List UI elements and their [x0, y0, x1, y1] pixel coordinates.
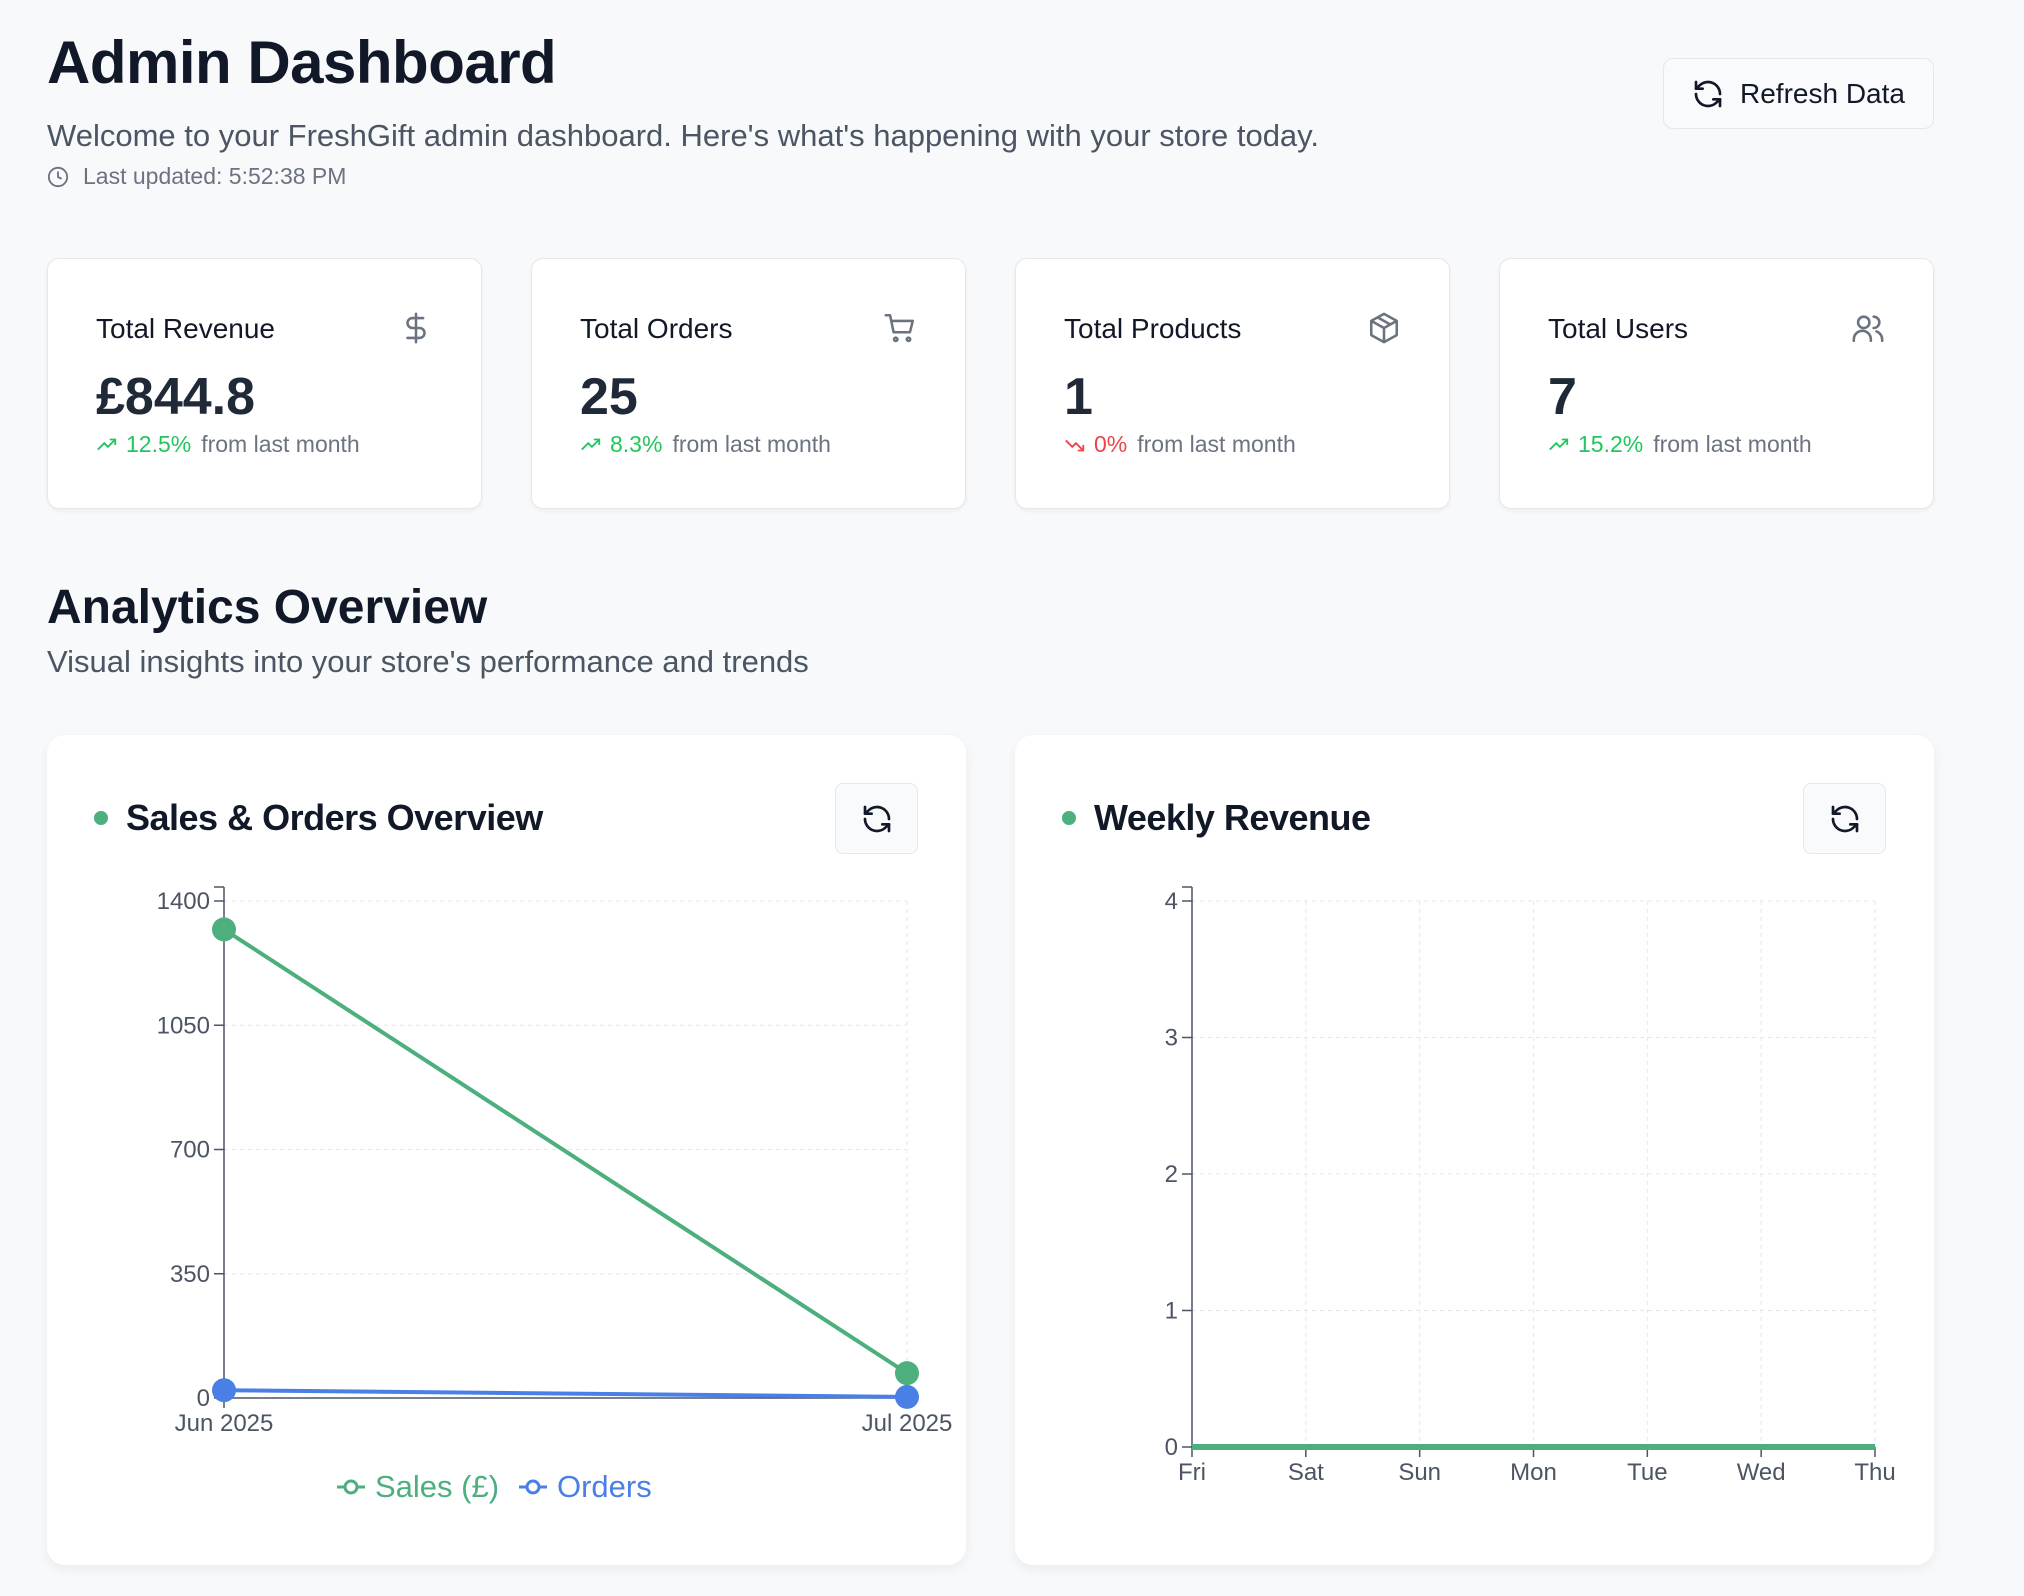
page-title: Admin Dashboard [47, 29, 557, 96]
analytics-title: Analytics Overview [47, 581, 488, 634]
stat-value: 25 [580, 368, 638, 426]
stat-card-users: Total Users 7 15.2% from last month [1499, 258, 1934, 509]
series-line [223, 1388, 908, 1399]
dollar-icon [406, 312, 426, 344]
x-tick-label: Tue [1627, 1459, 1667, 1486]
stat-value: 7 [1548, 368, 1577, 426]
y-tick-label: 3 [1165, 1025, 1178, 1052]
stat-change-pct: 8.3% [610, 431, 663, 457]
stat-change-pct: 15.2% [1578, 431, 1644, 457]
stat-value: 1 [1064, 368, 1093, 426]
sales-orders-chart-card: Sales & Orders Overview 0 350 700 1050 1400 J… [47, 735, 966, 1565]
x-tick-label: Fri [1178, 1459, 1206, 1486]
cart-icon [884, 313, 915, 343]
y-tick-label: 1400 [157, 888, 210, 915]
x-tick-label: Sun [1398, 1459, 1441, 1486]
data-point [895, 1384, 919, 1409]
y-tick-label: 4 [1165, 888, 1178, 915]
refresh-data-label: Refresh Data [1740, 77, 1905, 109]
last-updated-text: Last updated: 5:52:38 PM [83, 163, 347, 189]
trend-up-icon [581, 438, 601, 450]
legend-label: Sales (£) [375, 1469, 499, 1504]
y-tick-label: 2 [1165, 1161, 1178, 1188]
x-tick-label: Thu [1854, 1459, 1895, 1486]
x-tick-label: Wed [1737, 1459, 1786, 1486]
weekly-revenue-chart-card: Weekly Revenue 0 1 2 3 4 Fri Sat Sun Mon Tue Wed Th… [1015, 735, 1934, 1565]
legend-marker-icon [343, 1479, 359, 1495]
stat-change-suffix: from last month [1137, 431, 1296, 457]
y-tick-label: 350 [170, 1261, 210, 1288]
x-tick-label: Jun 2025 [175, 1410, 274, 1437]
data-point [895, 1361, 919, 1386]
data-point [212, 917, 236, 942]
stat-change-suffix: from last month [201, 431, 360, 457]
stat-card-orders: Total Orders 25 8.3% from last month [531, 258, 966, 509]
y-tick-label: 700 [170, 1137, 210, 1164]
trend-up-icon [1549, 438, 1569, 450]
last-updated: Last updated: 5:52:38 PM [47, 163, 346, 190]
trend-up-icon [97, 438, 117, 450]
stat-value: £844.8 [96, 368, 256, 426]
x-tick-label: Mon [1510, 1459, 1557, 1486]
series-line [222, 927, 909, 1375]
legend-label: Orders [557, 1469, 652, 1504]
page-subtitle: Welcome to your FreshGift admin dashboar… [47, 118, 1319, 153]
refresh-icon [1694, 80, 1722, 107]
stat-change: 15.2% from last month [1548, 431, 1812, 458]
x-tick-label: Jul 2025 [862, 1410, 953, 1437]
sales-orders-line-chart: 0 350 700 1050 1400 Jun 2025 Jul 2025 Sales (£)… [157, 886, 953, 1504]
stat-title: Total Orders [580, 313, 733, 344]
data-point [212, 1378, 236, 1403]
stat-change: 0% from last month [1064, 431, 1296, 458]
y-tick-label: 1 [1165, 1298, 1178, 1325]
stat-change: 8.3% from last month [580, 431, 831, 458]
weekly-revenue-line-chart: 0 1 2 3 4 Fri Sat Sun Mon Tue Wed Thu [1165, 886, 1896, 1486]
stat-card-products: Total Products 1 0% from last month [1015, 258, 1450, 509]
analytics-subtitle: Visual insights into your store's perfor… [47, 644, 809, 679]
stat-card-revenue: Total Revenue £844.8 12.5% from last mon… [47, 258, 482, 509]
y-tick-label: 0 [1165, 1434, 1178, 1461]
stat-title: Total Users [1548, 313, 1689, 344]
refresh-data-button[interactable]: Refresh Data [1663, 58, 1934, 129]
package-icon [1369, 312, 1399, 344]
y-tick-label: 1050 [157, 1012, 210, 1039]
users-icon [1852, 315, 1884, 343]
stat-title: Total Revenue [96, 313, 276, 344]
x-tick-label: Sat [1288, 1459, 1324, 1486]
stat-change: 12.5% from last month [96, 431, 360, 458]
trend-down-icon [1065, 439, 1085, 451]
stat-change-suffix: from last month [1653, 431, 1812, 457]
stat-title: Total Products [1064, 313, 1242, 344]
stat-change-pct: 0% [1094, 431, 1128, 457]
y-tick-label: 0 [197, 1385, 210, 1412]
clock-icon [47, 166, 69, 187]
legend-marker-icon [525, 1479, 541, 1495]
stat-change-suffix: from last month [672, 431, 831, 457]
stat-change-pct: 12.5% [126, 431, 192, 457]
